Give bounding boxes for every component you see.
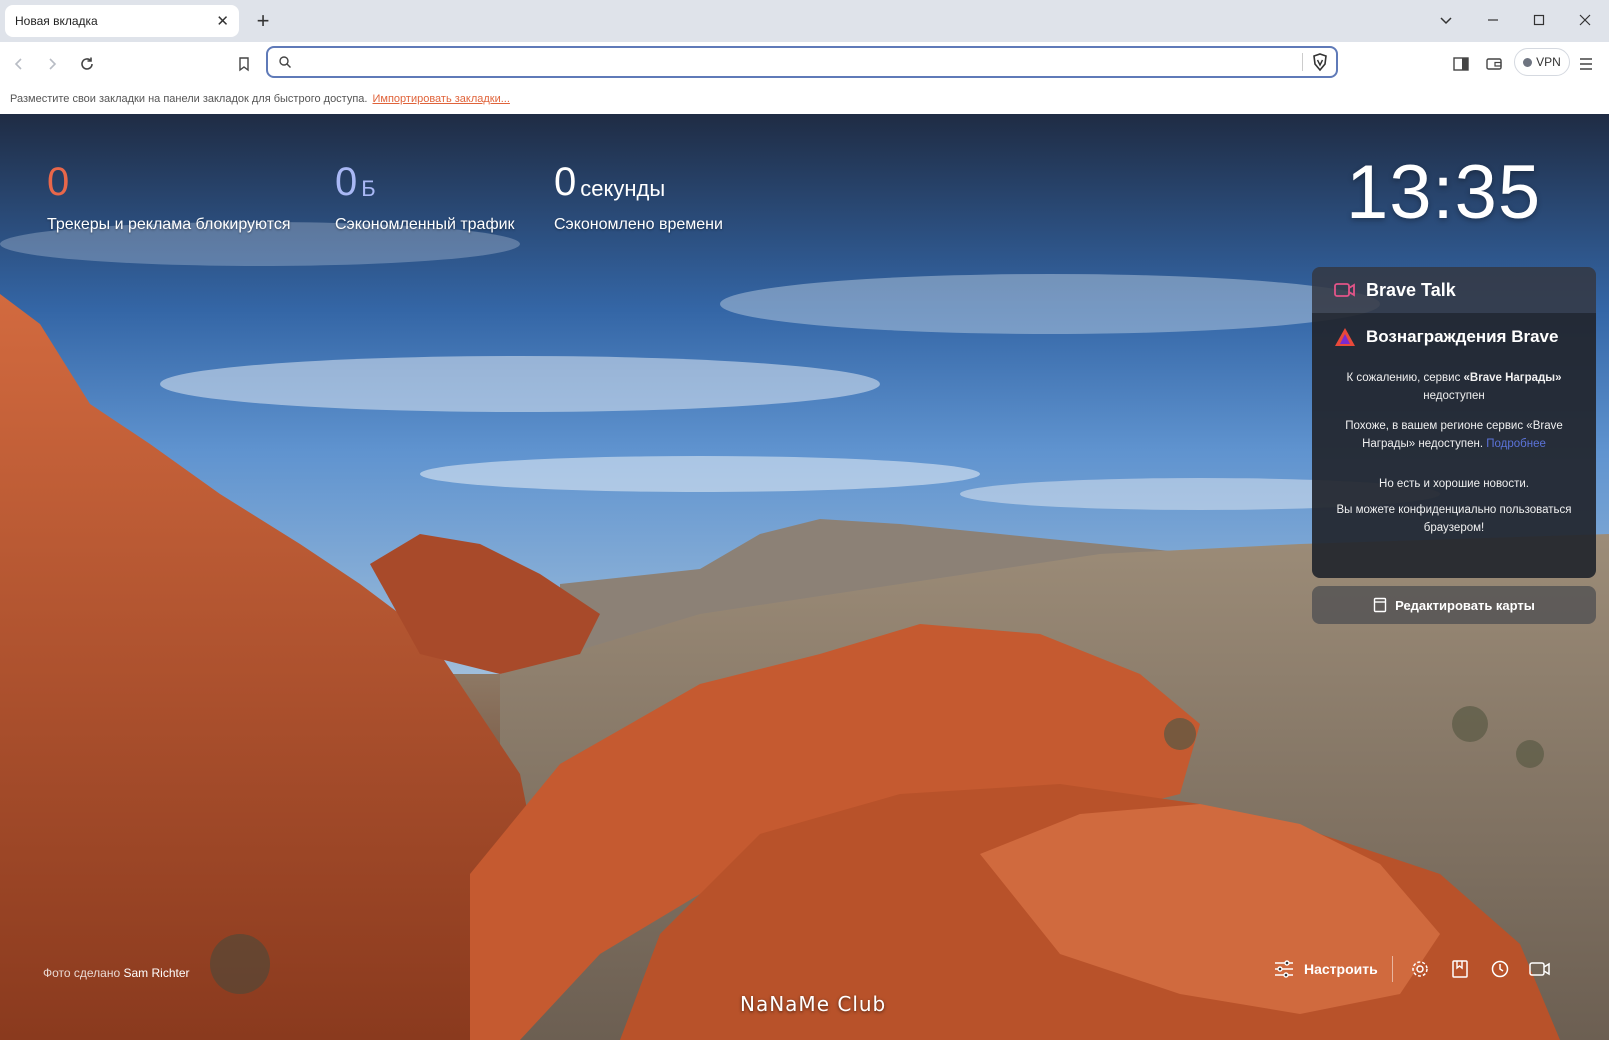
edit-cards-button[interactable]: Редактировать карты — [1312, 586, 1596, 624]
time-label: Сэкономлено времени — [554, 216, 723, 233]
time-unit: секунды — [580, 176, 666, 201]
address-input[interactable] — [302, 52, 1252, 72]
clock: 13:35 — [1346, 150, 1542, 235]
new-tab-button[interactable]: + — [251, 9, 275, 33]
video-camera-icon — [1334, 283, 1355, 297]
bookmarks-icon — [1451, 960, 1468, 978]
rewards-unavailable-text: К сожалению, сервис «Brave Награды» недо… — [1328, 369, 1580, 405]
hamburger-icon — [1580, 58, 1592, 70]
window-close-button[interactable] — [1568, 6, 1602, 34]
address-bar[interactable] — [266, 46, 1338, 78]
gear-icon — [1411, 961, 1428, 977]
back-button[interactable] — [5, 50, 33, 78]
history-icon — [1491, 960, 1508, 978]
stat-time: 0 секунды Сэкономлено времени — [554, 162, 723, 234]
rewards-good-news: Но есть и хорошие новости. — [1379, 478, 1529, 490]
sidebar-toggle-button[interactable] — [1447, 50, 1475, 78]
tab-new-tab[interactable]: Новая вкладка ✕ — [5, 5, 239, 37]
history-button[interactable] — [1487, 956, 1513, 982]
bookmarks-bar: Разместите свои закладки на панели закла… — [0, 84, 1609, 114]
watermark: NaNaMe Club — [740, 992, 887, 1016]
photo-credit-prefix: Фото сделано — [43, 966, 121, 980]
stat-trackers: 0 Трекеры и реклама блокируются — [47, 162, 291, 234]
vpn-status-icon — [1523, 57, 1533, 67]
import-bookmarks-link[interactable]: Импортировать закладки... — [372, 93, 509, 105]
photo-credit: Фото сделано Sam Richter — [43, 966, 190, 980]
bookmarks-hint: Разместите свои закладки на панели закла… — [10, 93, 368, 105]
brave-shields-icon[interactable] — [1310, 52, 1330, 72]
edit-cards-label: Редактировать карты — [1395, 597, 1535, 613]
wallet-button[interactable] — [1480, 50, 1508, 78]
photo-credit-author[interactable]: Sam Richter — [124, 966, 190, 980]
close-icon — [1579, 14, 1591, 26]
trackers-count: 0 — [47, 160, 70, 204]
bandwidth-value-row: 0 Б — [335, 162, 515, 202]
sidebar-icon — [1453, 57, 1469, 71]
reload-button[interactable] — [73, 50, 101, 78]
settings-button[interactable] — [1407, 956, 1433, 982]
tab-strip: Новая вкладка ✕ + — [0, 0, 1609, 42]
trackers-label: Трекеры и реклама блокируются — [47, 216, 291, 233]
vpn-label: VPN — [1536, 55, 1561, 69]
tab-title: Новая вкладка — [15, 14, 98, 28]
rewards-p1-prefix: К сожалению, сервис — [1346, 372, 1464, 384]
rewards-region-text: Похоже, в вашем регионе сервис «Brave На… — [1328, 417, 1580, 453]
rewards-title: Вознаграждения Brave — [1366, 327, 1559, 346]
bookmarks-button[interactable] — [1447, 956, 1473, 982]
bandwidth-unit: Б — [361, 176, 376, 201]
brave-talk-button[interactable] — [1527, 956, 1553, 982]
sliders-icon — [1275, 960, 1293, 978]
new-tab-page: 0 Трекеры и реклама блокируются 0 Б Сэко… — [0, 114, 1609, 1040]
chevron-down-icon — [1440, 17, 1452, 25]
reload-icon — [81, 57, 93, 70]
bandwidth-value: 0 — [335, 160, 358, 204]
close-icon[interactable]: ✕ — [216, 14, 229, 29]
brave-rewards-triangle-icon — [1335, 328, 1355, 346]
maximize-icon — [1533, 14, 1545, 26]
forward-button[interactable] — [38, 50, 66, 78]
bottom-divider — [1391, 956, 1393, 982]
rewards-p1-bold: «Brave Награды» — [1463, 372, 1562, 384]
minimize-button[interactable] — [1476, 6, 1510, 34]
brave-talk-widget[interactable]: Brave Talk — [1312, 267, 1596, 313]
customize-label: Настроить — [1304, 961, 1378, 977]
minimize-icon — [1488, 19, 1498, 21]
rewards-header: Вознаграждения Brave — [1334, 327, 1580, 347]
time-value: 0 — [554, 160, 577, 204]
bottom-toolbar: Настроить — [1274, 951, 1567, 987]
menu-button[interactable] — [1572, 50, 1600, 78]
cards-icon — [1373, 597, 1387, 613]
video-camera-icon — [1528, 962, 1550, 976]
brave-rewards-widget: Вознаграждения Brave К сожалению, сервис… — [1312, 313, 1596, 578]
tab-search-button[interactable] — [1429, 6, 1463, 34]
toolbar: VPN — [0, 42, 1609, 84]
arrow-left-icon — [14, 58, 22, 70]
customize-button[interactable]: Настроить — [1274, 960, 1378, 978]
arrow-right-icon — [49, 58, 57, 70]
rewards-p1-suffix: недоступен — [1423, 390, 1485, 402]
rewards-more-link[interactable]: Подробнее — [1486, 438, 1546, 450]
bookmark-icon — [239, 57, 249, 72]
rewards-private-text: Вы можете конфиденциально пользоваться б… — [1336, 504, 1572, 534]
stat-bandwidth: 0 Б Сэкономленный трафик — [335, 162, 515, 234]
maximize-button[interactable] — [1522, 6, 1556, 34]
time-value-row: 0 секунды — [554, 162, 723, 202]
vpn-button[interactable]: VPN — [1514, 48, 1570, 76]
bandwidth-label: Сэкономленный трафик — [335, 216, 515, 233]
search-icon — [279, 56, 291, 68]
brave-talk-title: Brave Talk — [1366, 279, 1456, 300]
wallet-icon — [1486, 58, 1502, 70]
address-divider — [1302, 53, 1303, 71]
bookmark-button[interactable] — [230, 50, 258, 78]
